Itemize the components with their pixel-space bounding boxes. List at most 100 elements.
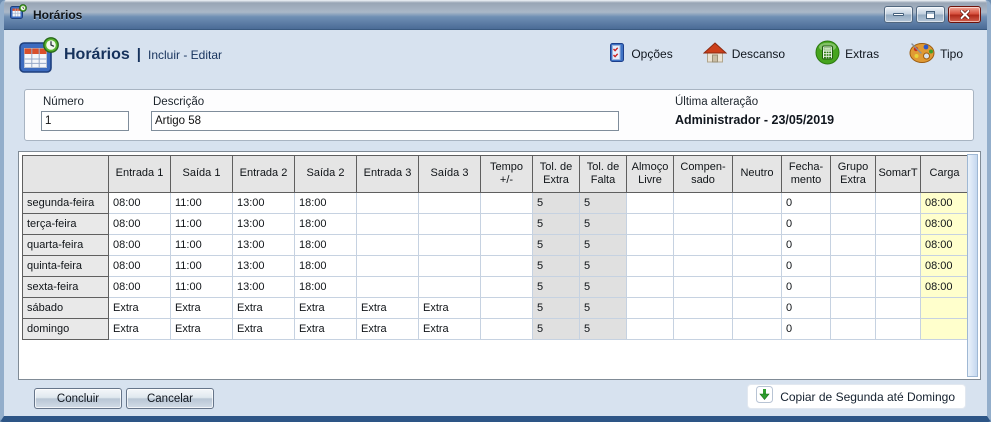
schedule-cell[interactable]: 18:00 xyxy=(295,277,357,298)
cancelar-button[interactable]: Cancelar xyxy=(126,388,214,409)
schedule-cell[interactable]: 18:00 xyxy=(295,235,357,256)
schedule-cell[interactable] xyxy=(733,214,782,235)
schedule-cell[interactable]: 08:00 xyxy=(921,235,969,256)
schedule-cell[interactable] xyxy=(419,256,481,277)
schedule-cell[interactable]: 11:00 xyxy=(171,193,233,214)
schedule-cell[interactable]: 5 xyxy=(533,256,580,277)
schedule-cell[interactable]: Extra xyxy=(109,319,171,340)
schedule-cell[interactable] xyxy=(419,277,481,298)
schedule-cell[interactable] xyxy=(627,214,674,235)
schedule-cell[interactable]: 5 xyxy=(580,319,627,340)
schedule-cell[interactable]: Extra xyxy=(419,298,481,319)
schedule-cell[interactable]: 5 xyxy=(533,277,580,298)
schedule-cell[interactable] xyxy=(674,235,733,256)
schedule-cell[interactable] xyxy=(831,193,876,214)
schedule-cell[interactable] xyxy=(733,256,782,277)
opcoes-button[interactable]: Opções xyxy=(607,42,672,66)
schedule-cell[interactable] xyxy=(876,319,921,340)
schedule-cell[interactable]: 5 xyxy=(580,277,627,298)
schedule-cell[interactable]: 08:00 xyxy=(921,277,969,298)
schedule-cell[interactable] xyxy=(419,193,481,214)
schedule-cell[interactable] xyxy=(357,214,419,235)
schedule-cell[interactable] xyxy=(831,277,876,298)
schedule-cell[interactable] xyxy=(481,298,533,319)
close-button[interactable] xyxy=(948,6,981,23)
schedule-cell[interactable] xyxy=(733,235,782,256)
schedule-cell[interactable]: 0 xyxy=(782,298,831,319)
schedule-cell[interactable]: Extra xyxy=(171,298,233,319)
schedule-cell[interactable]: 11:00 xyxy=(171,214,233,235)
descanso-button[interactable]: Descanso xyxy=(703,42,785,67)
schedule-cell[interactable]: 0 xyxy=(782,235,831,256)
schedule-cell[interactable]: 13:00 xyxy=(233,277,295,298)
schedule-cell[interactable]: 0 xyxy=(782,256,831,277)
schedule-cell[interactable]: 5 xyxy=(580,256,627,277)
concluir-button[interactable]: Concluir xyxy=(34,388,122,409)
schedule-cell[interactable]: 5 xyxy=(533,235,580,256)
schedule-cell[interactable] xyxy=(876,235,921,256)
schedule-cell[interactable]: 0 xyxy=(782,277,831,298)
extras-button[interactable]: Extras xyxy=(815,40,879,68)
schedule-cell[interactable] xyxy=(357,235,419,256)
schedule-cell[interactable] xyxy=(481,193,533,214)
schedule-cell[interactable]: 13:00 xyxy=(233,214,295,235)
schedule-cell[interactable]: Extra xyxy=(295,319,357,340)
schedule-cell[interactable] xyxy=(876,193,921,214)
schedule-cell[interactable] xyxy=(831,319,876,340)
schedule-cell[interactable]: Extra xyxy=(357,319,419,340)
schedule-cell[interactable]: 5 xyxy=(533,214,580,235)
schedule-cell[interactable]: 5 xyxy=(533,193,580,214)
schedule-cell[interactable]: 5 xyxy=(580,214,627,235)
schedule-cell[interactable] xyxy=(481,277,533,298)
descricao-input[interactable] xyxy=(151,111,619,131)
schedule-cell[interactable]: 08:00 xyxy=(109,256,171,277)
schedule-cell[interactable] xyxy=(674,319,733,340)
schedule-cell[interactable] xyxy=(876,214,921,235)
schedule-cell[interactable]: Extra xyxy=(233,298,295,319)
schedule-cell[interactable]: 0 xyxy=(782,214,831,235)
schedule-cell[interactable] xyxy=(876,277,921,298)
schedule-cell[interactable] xyxy=(921,319,969,340)
schedule-cell[interactable] xyxy=(674,214,733,235)
schedule-cell[interactable] xyxy=(674,298,733,319)
schedule-cell[interactable]: Extra xyxy=(233,319,295,340)
schedule-cell[interactable] xyxy=(481,256,533,277)
schedule-cell[interactable] xyxy=(733,193,782,214)
copy-monday-sunday-button[interactable]: Copiar de Segunda até Domingo xyxy=(747,384,966,409)
tipo-button[interactable]: Tipo xyxy=(909,41,963,67)
schedule-cell[interactable] xyxy=(876,298,921,319)
schedule-cell[interactable] xyxy=(674,193,733,214)
schedule-cell[interactable] xyxy=(357,256,419,277)
schedule-cell[interactable]: 0 xyxy=(782,319,831,340)
schedule-cell[interactable]: 11:00 xyxy=(171,235,233,256)
minimize-button[interactable] xyxy=(884,6,913,23)
schedule-cell[interactable] xyxy=(876,256,921,277)
schedule-cell[interactable]: 11:00 xyxy=(171,277,233,298)
schedule-cell[interactable]: 08:00 xyxy=(921,256,969,277)
schedule-cell[interactable] xyxy=(627,256,674,277)
schedule-cell[interactable]: 18:00 xyxy=(295,256,357,277)
schedule-cell[interactable] xyxy=(921,298,969,319)
schedule-cell[interactable]: 5 xyxy=(533,298,580,319)
maximize-button[interactable] xyxy=(916,6,945,23)
schedule-cell[interactable] xyxy=(674,256,733,277)
schedule-cell[interactable]: 11:00 xyxy=(171,256,233,277)
schedule-cell[interactable] xyxy=(831,298,876,319)
schedule-cell[interactable]: 08:00 xyxy=(921,214,969,235)
schedule-cell[interactable] xyxy=(831,235,876,256)
schedule-cell[interactable]: 0 xyxy=(782,193,831,214)
schedule-cell[interactable]: 18:00 xyxy=(295,214,357,235)
schedule-cell[interactable] xyxy=(674,277,733,298)
schedule-cell[interactable]: 18:00 xyxy=(295,193,357,214)
schedule-cell[interactable]: Extra xyxy=(419,319,481,340)
schedule-cell[interactable] xyxy=(481,235,533,256)
schedule-cell[interactable] xyxy=(419,235,481,256)
schedule-cell[interactable] xyxy=(481,214,533,235)
schedule-cell[interactable] xyxy=(627,298,674,319)
schedule-cell[interactable]: Extra xyxy=(357,298,419,319)
schedule-cell[interactable] xyxy=(627,319,674,340)
schedule-cell[interactable]: 13:00 xyxy=(233,235,295,256)
numero-input[interactable] xyxy=(41,111,129,131)
schedule-cell[interactable]: 08:00 xyxy=(109,214,171,235)
schedule-cell[interactable] xyxy=(627,277,674,298)
